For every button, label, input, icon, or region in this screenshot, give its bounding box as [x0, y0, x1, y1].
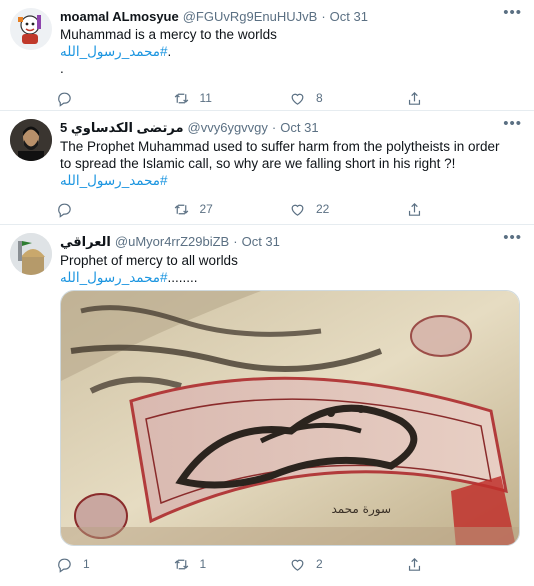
tweet-text: The Prophet Muhammad used to suffer harm…: [60, 138, 522, 189]
tweet-line: Prophet of mercy to all worlds: [60, 253, 238, 268]
like-count: 2: [316, 557, 323, 571]
retweet-count: 11: [199, 91, 212, 105]
like-button[interactable]: 2: [289, 556, 406, 573]
retweet-icon: [174, 204, 188, 214]
image-caption: سورة محمد: [331, 502, 391, 517]
like-icon: [291, 93, 304, 105]
hashtag-line: #محمد_رسول_الله........: [60, 269, 522, 286]
tweet-text: Muhammad is a mercy to the worlds #محمد_…: [60, 26, 522, 77]
tweet-header: العراقي @uMyor4rrZ29biZB · Oct 31: [60, 233, 522, 250]
hashtag-suffix: ........: [167, 270, 198, 285]
hashtag-link[interactable]: #محمد_رسول_الله: [60, 173, 168, 188]
avatar[interactable]: [10, 8, 52, 50]
tweet-image[interactable]: سورة محمد: [60, 290, 520, 546]
share-button[interactable]: [406, 556, 523, 573]
avatar[interactable]: [10, 233, 52, 275]
timestamp[interactable]: Oct 31: [330, 9, 368, 24]
like-icon: [291, 204, 304, 216]
reply-icon: [58, 92, 71, 107]
retweet-icon: [174, 93, 188, 103]
hashtag-suffix: .: [167, 44, 172, 59]
tweet-actions: 11 8: [56, 83, 522, 113]
like-button[interactable]: 8: [289, 90, 406, 107]
more-icon[interactable]: •••: [503, 5, 522, 20]
share-icon: [408, 557, 420, 571]
retweet-button[interactable]: 27: [173, 201, 290, 218]
share-icon: [408, 202, 420, 216]
share-button[interactable]: [406, 90, 523, 107]
author-name[interactable]: moamal ALmosyue: [60, 9, 179, 24]
like-button[interactable]: 22: [289, 201, 406, 218]
author-handle[interactable]: @FGUvRg9EnuHUJvB: [183, 9, 318, 24]
quran-page-image: سورة محمد: [61, 291, 519, 545]
retweet-count: 1: [199, 557, 207, 571]
like-count: 8: [316, 91, 323, 105]
separator-dot: ·: [321, 9, 326, 24]
reply-button[interactable]: [56, 201, 173, 218]
timestamp[interactable]: Oct 31: [280, 120, 318, 135]
reply-count: 1: [83, 557, 90, 571]
tweet-line: Muhammad is a mercy to the worlds: [60, 27, 277, 42]
tweet[interactable]: مرتضى الكدساوي 5 @vvy6ygvvgy · Oct 31 ••…: [0, 111, 534, 225]
author-name[interactable]: العراقي: [60, 234, 111, 250]
tweet-header: moamal ALmosyue @FGUvRg9EnuHUJvB · Oct 3…: [60, 8, 522, 25]
retweet-count: 27: [199, 202, 213, 216]
retweet-icon: [174, 559, 188, 569]
retweet-button[interactable]: 11: [173, 90, 290, 107]
tweet-line: The Prophet Muhammad used to suffer harm…: [60, 139, 500, 154]
separator-dot: ·: [233, 234, 238, 249]
author-name[interactable]: مرتضى الكدساوي 5: [60, 120, 184, 136]
tweet[interactable]: moamal ALmosyue @FGUvRg9EnuHUJvB · Oct 3…: [0, 0, 534, 111]
separator-dot: ·: [271, 120, 277, 135]
hashtag-line: #محمد_رسول_الله.: [60, 43, 522, 60]
reply-icon: [58, 558, 71, 573]
author-handle[interactable]: @uMyor4rrZ29biZB: [115, 234, 229, 249]
tweet-line-extra: .: [60, 61, 64, 76]
reply-icon: [58, 203, 71, 218]
tweet-line: to spread the Islamic call, so why are w…: [60, 156, 456, 171]
more-icon[interactable]: •••: [503, 230, 522, 245]
like-icon: [291, 559, 304, 571]
tweet-header: مرتضى الكدساوي 5 @vvy6ygvvgy · Oct 31: [60, 119, 522, 136]
reply-button[interactable]: 1: [56, 556, 173, 573]
avatar[interactable]: [10, 119, 52, 161]
share-button[interactable]: [406, 201, 523, 218]
hashtag-link[interactable]: #محمد_رسول_الله: [60, 44, 168, 59]
more-icon[interactable]: •••: [503, 116, 522, 131]
hashtag-link[interactable]: #محمد_رسول_الله: [60, 270, 168, 285]
tweet[interactable]: العراقي @uMyor4rrZ29biZB · Oct 31 ••• Pr…: [0, 225, 534, 586]
hashtag-line: #محمد_رسول_الله: [60, 172, 522, 189]
share-icon: [408, 91, 420, 105]
reply-button[interactable]: [56, 90, 173, 107]
tweet-actions: 27 22: [56, 194, 522, 224]
like-count: 22: [316, 202, 330, 216]
timestamp[interactable]: Oct 31: [242, 234, 280, 249]
retweet-button[interactable]: 1: [173, 556, 290, 573]
tweet-actions: 1 1 2: [56, 549, 522, 579]
tweet-text: Prophet of mercy to all worlds #محمد_رسو…: [60, 252, 522, 286]
author-handle[interactable]: @vvy6ygvvgy: [188, 120, 268, 135]
